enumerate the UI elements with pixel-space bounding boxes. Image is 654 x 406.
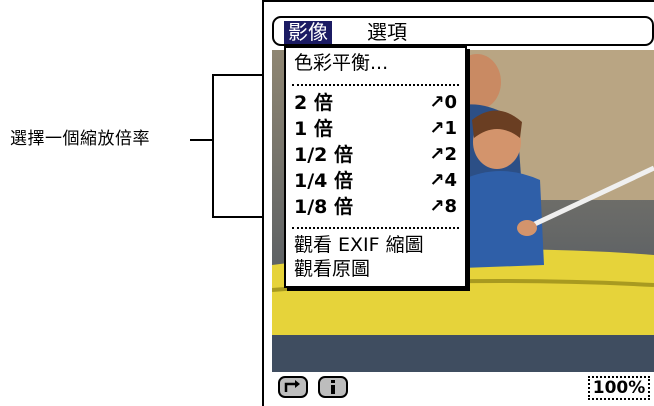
callout-label: 選擇一個縮放倍率 xyxy=(10,129,150,149)
menu-bar: 影像 選項 xyxy=(272,16,654,46)
shortcut-label: ↗4 xyxy=(429,170,457,191)
zoom-option-label: 1/2 倍 xyxy=(294,144,353,166)
menu-separator xyxy=(292,84,459,86)
zoom-option-label: 1/4 倍 xyxy=(294,170,353,192)
zoom-option-label: 1/8 倍 xyxy=(294,196,353,218)
menu-options[interactable]: 選項 xyxy=(363,21,411,44)
zoom-option-label: 2 倍 xyxy=(294,92,333,114)
shortcut-label: ↗1 xyxy=(429,118,457,139)
menu-item-view-original[interactable]: 觀看原圖 xyxy=(294,258,370,280)
info-icon xyxy=(331,380,335,394)
menu-item-color-balance[interactable]: 色彩平衡... xyxy=(294,52,388,74)
rotate-button[interactable] xyxy=(278,376,308,398)
info-button[interactable] xyxy=(318,376,348,398)
menu-item-view-exif[interactable]: 觀看 EXIF 縮圖 xyxy=(294,234,424,256)
image-menu-dropdown: 色彩平衡... 2 倍 ↗0 1 倍 ↗1 1/2 倍 ↗2 1/4 倍 ↗4 … xyxy=(284,46,467,288)
zoom-level-indicator[interactable]: 100% xyxy=(588,376,650,400)
shortcut-label: ↗2 xyxy=(429,144,457,165)
shortcut-label: ↗0 xyxy=(429,92,457,113)
shortcut-label: ↗8 xyxy=(429,196,457,217)
rotate-icon xyxy=(284,380,300,392)
menu-separator xyxy=(292,227,459,229)
menu-image[interactable]: 影像 xyxy=(284,21,332,44)
callout-leader-line xyxy=(190,139,212,141)
zoom-option-label: 1 倍 xyxy=(294,118,333,140)
